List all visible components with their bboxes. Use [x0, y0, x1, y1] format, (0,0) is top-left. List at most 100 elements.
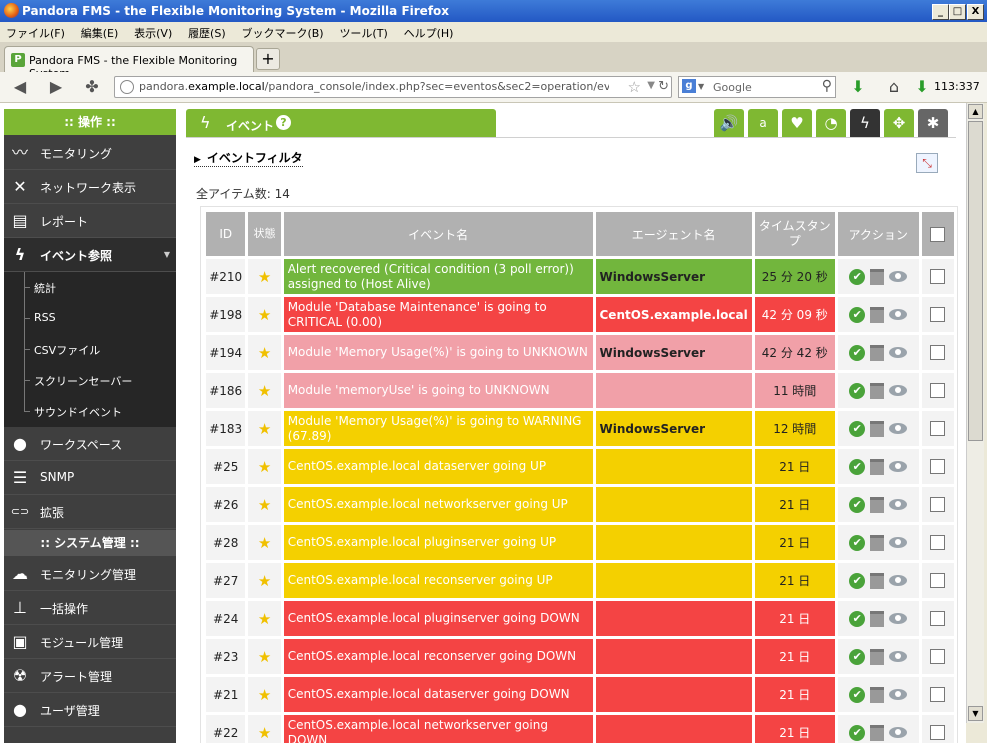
chart-icon[interactable]: ⤡	[916, 153, 938, 173]
agent-name[interactable]	[595, 373, 752, 408]
validate-icon[interactable]: ✔	[849, 344, 866, 361]
agent-name[interactable]	[595, 449, 752, 484]
trash-icon[interactable]	[870, 496, 885, 513]
menu-bookmarks[interactable]: ブックマーク(B)	[235, 22, 329, 41]
trash-icon[interactable]	[870, 648, 885, 665]
row-checkbox[interactable]	[930, 421, 946, 436]
trash-icon[interactable]	[870, 724, 885, 741]
event-name[interactable]: CentOS.example.local networkserver going…	[283, 487, 593, 522]
eye-icon[interactable]	[889, 423, 908, 434]
agent-name[interactable]: WindowsServer	[595, 259, 752, 294]
validate-icon[interactable]: ✔	[849, 268, 866, 285]
row-checkbox[interactable]	[930, 269, 946, 284]
event-name[interactable]: CentOS.example.local reconserver going D…	[283, 639, 593, 674]
sidebar-item-workspace[interactable]: ● ワークスペース	[4, 427, 176, 461]
column-header-agent-name[interactable]: エージェント名	[595, 212, 752, 256]
sidebar-item-monitoring[interactable]: 〰 モニタリング	[4, 136, 176, 170]
url-bar[interactable]: pandora.example.local/pandora_console/in…	[114, 76, 672, 98]
event-name[interactable]: Alert recovered (Critical condition (3 p…	[283, 259, 593, 294]
validate-icon[interactable]: ✔	[849, 382, 866, 399]
menu-file[interactable]: ファイル(F)	[0, 22, 71, 41]
trash-icon[interactable]	[870, 382, 885, 399]
url-dropdown-icon[interactable]: ▼	[647, 80, 655, 91]
sidebar-item-bulk-operations[interactable]: ⊥ 一括操作	[4, 591, 176, 625]
eye-icon[interactable]	[889, 309, 908, 320]
column-header-id[interactable]: ID	[206, 212, 246, 256]
agent-name[interactable]: WindowsServer	[595, 335, 752, 370]
event-name[interactable]: CentOS.example.local reconserver going U…	[283, 563, 593, 598]
table-row[interactable]: #183 ★ Module 'Memory Usage(%)' is going t…	[206, 411, 954, 446]
agent-name[interactable]	[595, 487, 752, 522]
event-name[interactable]: CentOS.example.local pluginserver going …	[283, 525, 593, 560]
event-name[interactable]: Module 'Database Maintenance' is going t…	[283, 297, 593, 332]
sidebar-subitem-rss[interactable]: RSS	[4, 303, 176, 334]
column-header-event-name[interactable]: イベント名	[283, 212, 593, 256]
validate-icon[interactable]: ✔	[849, 648, 866, 665]
trash-icon[interactable]	[870, 610, 885, 627]
validate-icon[interactable]: ✔	[849, 724, 866, 741]
search-icon[interactable]: ⚲	[822, 78, 832, 94]
event-name[interactable]: CentOS.example.local pluginserver going …	[283, 601, 593, 636]
table-row[interactable]: #27 ★ CentOS.example.local reconserver goi…	[206, 563, 954, 598]
reload-icon[interactable]: ↻	[658, 79, 669, 94]
agent-name[interactable]	[595, 677, 752, 712]
agent-name[interactable]	[595, 563, 752, 598]
table-row[interactable]: #186 ★ Module 'memoryUse' is going to UNKN…	[206, 373, 954, 408]
sidebar-item-user-admin[interactable]: ● ユーザ管理	[4, 693, 176, 727]
eye-icon[interactable]	[889, 537, 908, 548]
agent-name[interactable]	[595, 715, 752, 743]
sidebar-item-module-admin[interactable]: ▣ モジュール管理	[4, 625, 176, 659]
sidebar-item-monitoring-admin[interactable]: ☁ モニタリング管理	[4, 557, 176, 591]
trash-icon[interactable]	[870, 686, 885, 703]
search-box[interactable]: g ▼ Google ⚲	[678, 76, 836, 98]
home-icon[interactable]: ⌂	[884, 77, 904, 97]
eye-icon[interactable]	[889, 271, 908, 282]
event-name[interactable]: CentOS.example.local dataserver going UP	[283, 449, 593, 484]
table-row[interactable]: #210 ★ Alert recovered (Critical condition…	[206, 259, 954, 294]
row-checkbox[interactable]	[930, 345, 946, 360]
agent-name[interactable]	[595, 639, 752, 674]
row-checkbox[interactable]	[930, 725, 946, 740]
row-checkbox[interactable]	[930, 573, 946, 588]
sidebar-item-events[interactable]: ϟ イベント参照 ▼	[4, 238, 176, 272]
table-row[interactable]: #25 ★ CentOS.example.local dataserver goin…	[206, 449, 954, 484]
fullscreen-icon[interactable]: ✥	[884, 109, 914, 137]
menu-edit[interactable]: 編集(E)	[75, 22, 125, 41]
eye-icon[interactable]	[889, 651, 908, 662]
row-checkbox[interactable]	[930, 535, 946, 550]
sidebar-item-network-view[interactable]: ✕ ネットワーク表示	[4, 170, 176, 204]
event-name[interactable]: CentOS.example.local dataserver going DO…	[283, 677, 593, 712]
validate-icon[interactable]: ✔	[849, 572, 866, 589]
table-row[interactable]: #28 ★ CentOS.example.local pluginserver go…	[206, 525, 954, 560]
validate-icon[interactable]: ✔	[849, 420, 866, 437]
forward-arrow-icon[interactable]: ▶	[46, 77, 66, 97]
agent-name[interactable]: CentOS.example.local	[595, 297, 752, 332]
event-name[interactable]: Module 'Memory Usage(%)' is going to WAR…	[283, 411, 593, 446]
identity-icon[interactable]: ✤	[82, 77, 102, 97]
eye-icon[interactable]	[889, 499, 908, 510]
bookmark-star-icon[interactable]: ☆	[628, 78, 641, 96]
eye-icon[interactable]	[889, 689, 908, 700]
update-icon[interactable]: ⬇	[912, 77, 932, 97]
row-checkbox[interactable]	[930, 649, 946, 664]
menu-history[interactable]: 履歴(S)	[182, 22, 232, 41]
validate-icon[interactable]: ✔	[849, 458, 866, 475]
table-row[interactable]: #194 ★ Module 'Memory Usage(%)' is going t…	[206, 335, 954, 370]
sidebar-subitem-screensaver[interactable]: スクリーンセーバー	[4, 365, 176, 396]
sidebar-subitem-statistics[interactable]: 統計	[4, 272, 176, 303]
validate-icon[interactable]: ✔	[849, 610, 866, 627]
table-row[interactable]: #22 ★ CentOS.example.local networkserver g…	[206, 715, 954, 743]
validate-icon[interactable]: ✔	[849, 534, 866, 551]
sidebar-item-snmp[interactable]: ☰ SNMP	[4, 461, 176, 495]
agent-name[interactable]	[595, 601, 752, 636]
row-checkbox[interactable]	[930, 611, 946, 626]
trash-icon[interactable]	[870, 458, 885, 475]
event-name[interactable]: Module 'memoryUse' is going to UNKNOWN	[283, 373, 593, 408]
select-all-checkbox[interactable]	[930, 226, 946, 242]
eye-icon[interactable]	[889, 575, 908, 586]
sidebar-subitem-csv[interactable]: CSVファイル	[4, 334, 176, 365]
agent-name[interactable]: WindowsServer	[595, 411, 752, 446]
menu-view[interactable]: 表示(V)	[128, 22, 178, 41]
trash-icon[interactable]	[870, 572, 885, 589]
scroll-down-icon[interactable]: ▼	[968, 706, 983, 721]
